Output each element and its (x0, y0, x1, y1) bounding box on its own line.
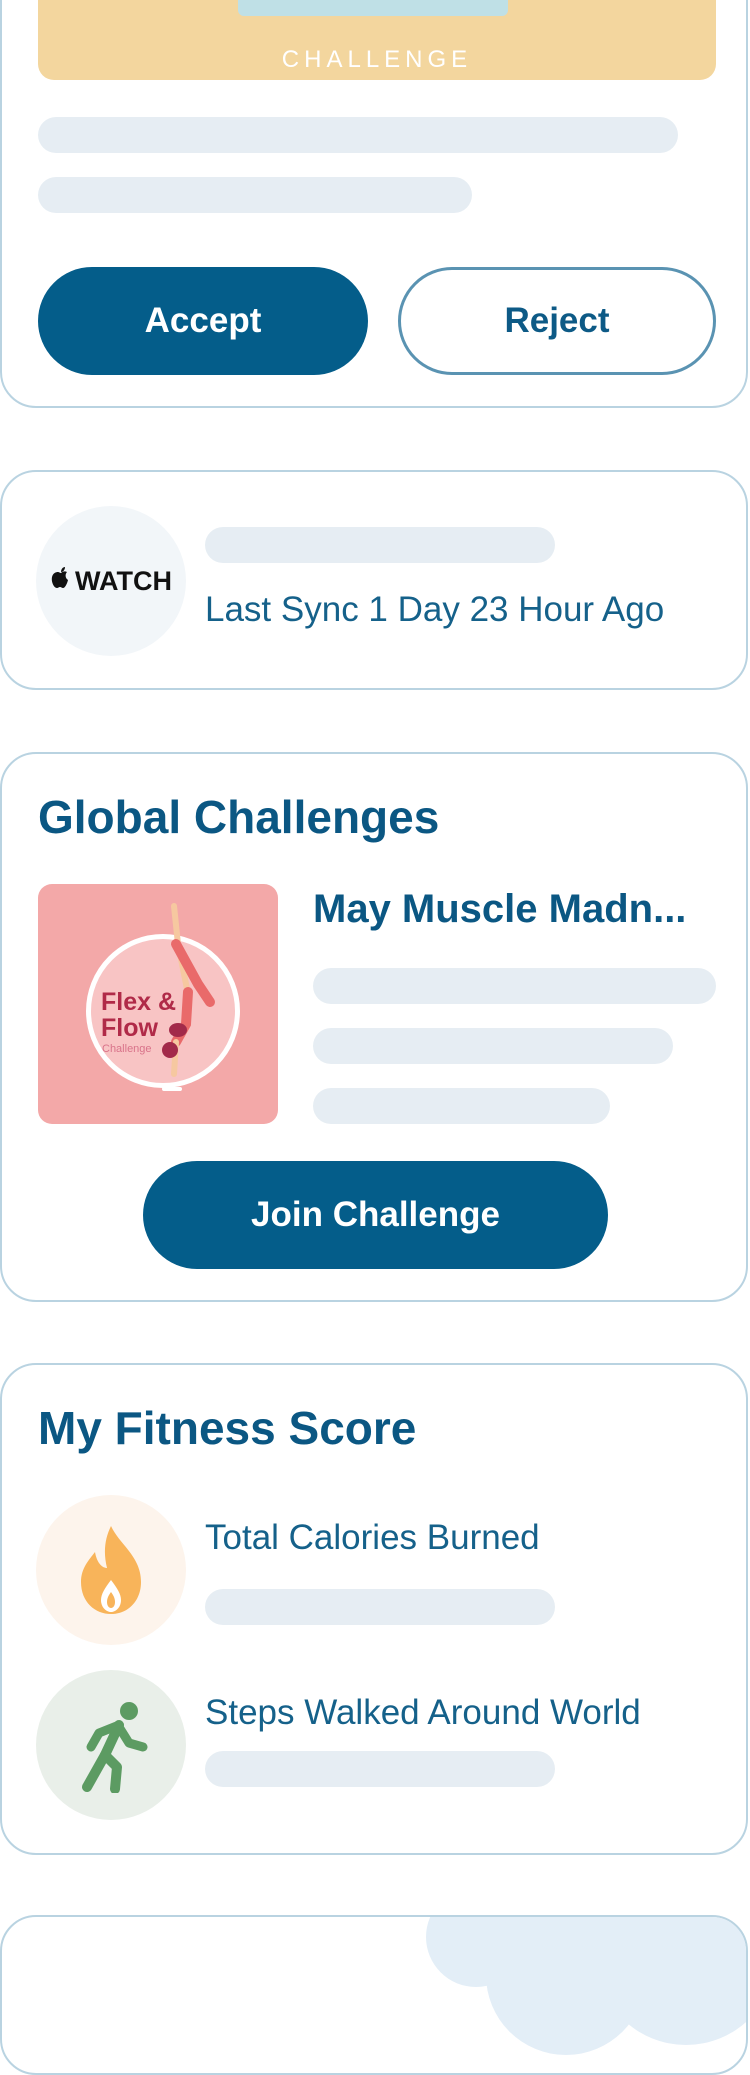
sync-status-text: Last Sync 1 Day 23 Hour Ago (205, 590, 665, 629)
skeleton-line (38, 117, 678, 153)
skeleton-line (38, 177, 472, 213)
skeleton-line (313, 1088, 610, 1124)
section-title: Global Challenges (38, 791, 440, 843)
next-card (0, 1915, 748, 2075)
fitness-score-card: My Fitness Score Total Calories Burned S… (0, 1363, 748, 1855)
device-sync-card[interactable]: WATCH Last Sync 1 Day 23 Hour Ago (0, 470, 748, 690)
join-challenge-button[interactable]: Join Challenge (143, 1161, 608, 1269)
skeleton-line (205, 1589, 555, 1625)
global-challenges-card: Global Challenges Flex & Flow Challenge … (0, 752, 748, 1302)
skeleton-line (205, 1751, 555, 1787)
skeleton-line (313, 1028, 673, 1064)
steps-avatar (36, 1670, 186, 1820)
section-title: My Fitness Score (38, 1402, 417, 1454)
running-person-icon (82, 1702, 148, 1793)
watch-logo-avatar: WATCH (36, 506, 186, 656)
skeleton-line (205, 527, 555, 563)
thumbnail-title-line1: Flex & (101, 988, 177, 1016)
banner-title: Decem-BrKr (38, 0, 716, 9)
thumbnail-title-line2: Flow (101, 1014, 158, 1042)
reject-button[interactable]: Reject (398, 267, 716, 375)
accept-button[interactable]: Accept (38, 267, 368, 375)
cloud-decoration (426, 1917, 746, 2055)
flame-icon (81, 1526, 141, 1614)
thumbnail-subtitle: Challenge (102, 1043, 152, 1055)
skeleton-line (313, 968, 716, 1004)
challenge-banner: Decem-BrKr CHALLENGE (38, 0, 716, 80)
challenge-thumbnail[interactable]: Flex & Flow Challenge (38, 884, 278, 1124)
challenge-invite-card: Decem-BrKr CHALLENGE Accept Reject (0, 0, 748, 408)
steps-label: Steps Walked Around World (205, 1693, 641, 1732)
calories-label: Total Calories Burned (205, 1518, 540, 1557)
challenge-name[interactable]: May Muscle Madn... (313, 887, 686, 932)
calories-avatar (36, 1495, 186, 1645)
apple-icon (50, 566, 72, 597)
banner-subtitle: CHALLENGE (281, 46, 473, 73)
watch-logo-text: WATCH (75, 565, 172, 596)
